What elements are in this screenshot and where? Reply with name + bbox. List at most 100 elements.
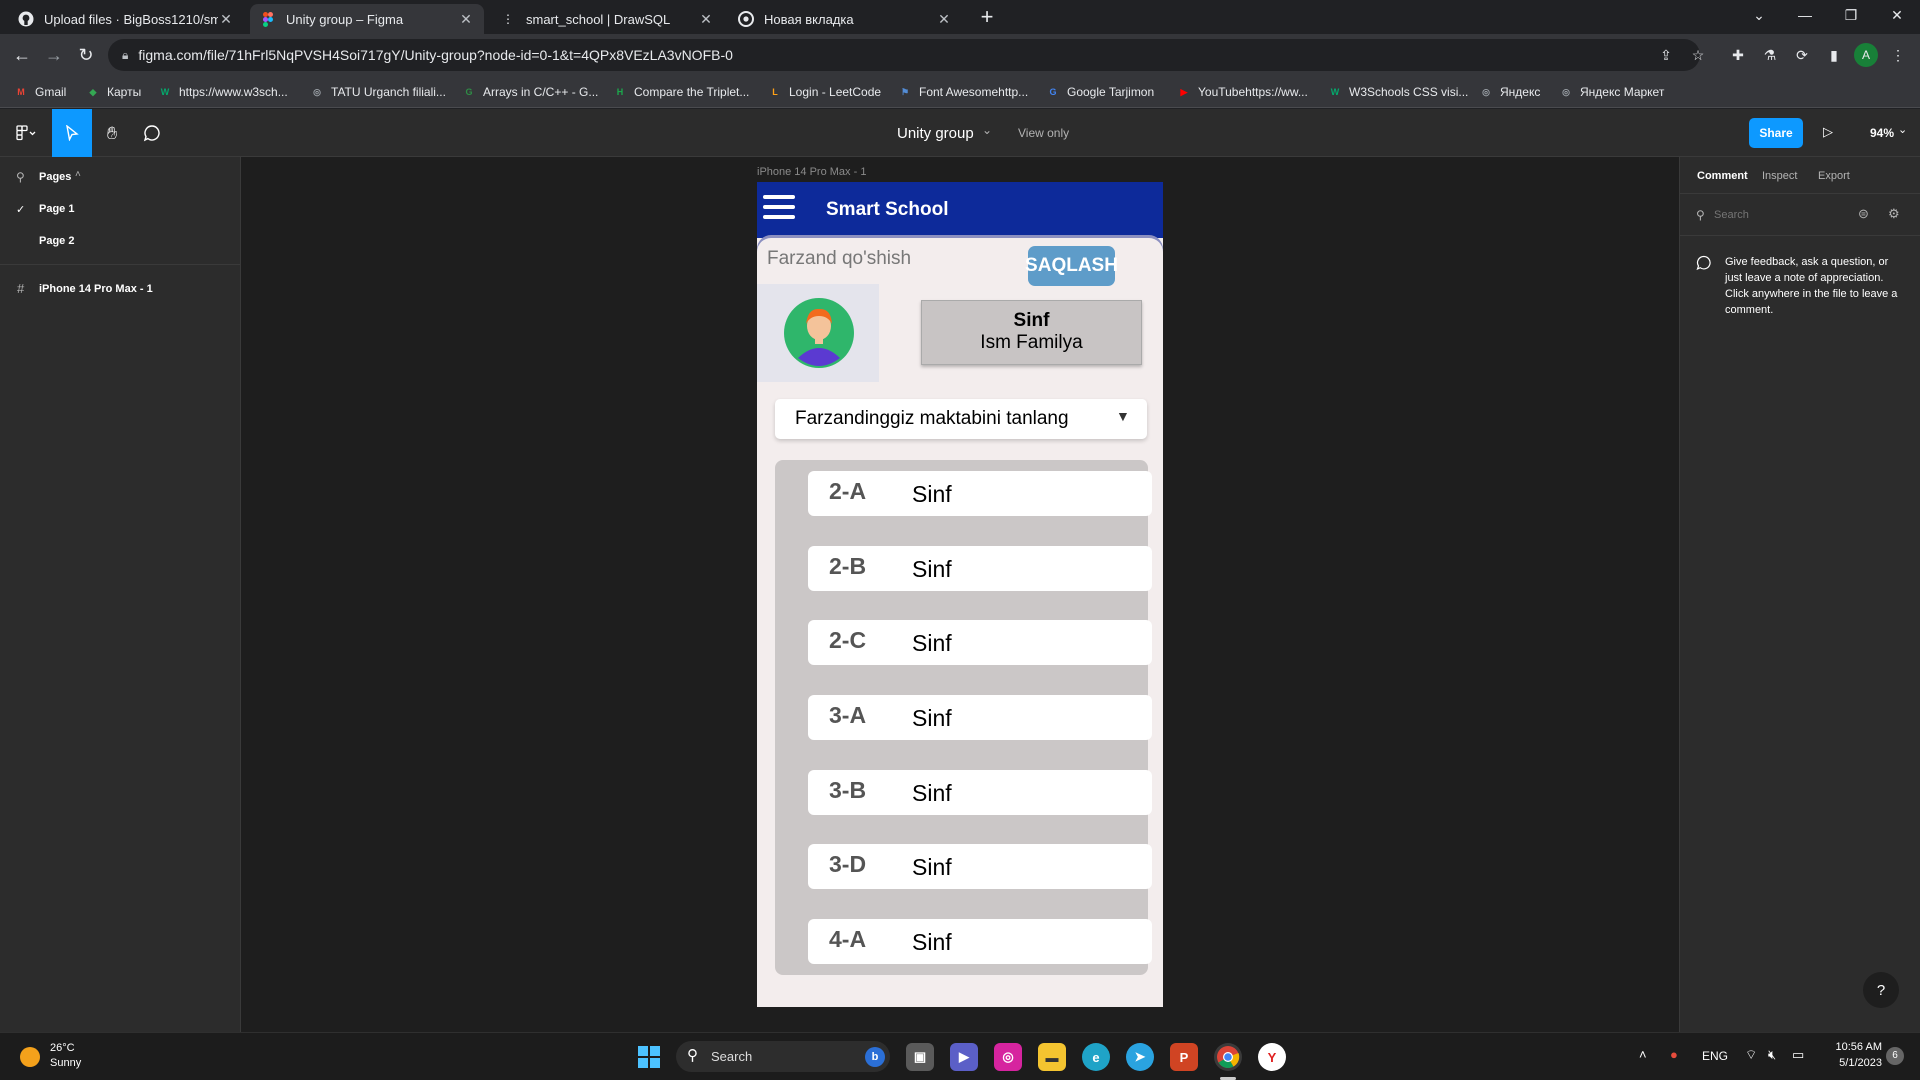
browser-tab-drawsql[interactable]: ⋮ smart_school | DrawSQL ✕ (490, 4, 724, 34)
extensions-icon[interactable]: ✚ (1726, 43, 1750, 67)
taskbar-search[interactable]: ⚲ Search b (676, 1041, 890, 1072)
zoom-level[interactable]: 94% (1870, 126, 1894, 140)
class-row-3a[interactable]: 3-A Sinf (808, 695, 1152, 740)
instagram-icon[interactable]: ◎ (994, 1043, 1022, 1071)
class-row-2b[interactable]: 2-B Sinf (808, 546, 1152, 591)
weather-temperature[interactable]: 26°C (50, 1042, 75, 1054)
menu-icon[interactable]: ⋮ (1886, 43, 1910, 67)
filter-icon[interactable]: ⊜ (1858, 206, 1869, 222)
chevron-down-icon[interactable]: ⌄ (1898, 123, 1907, 136)
bookmark-item[interactable]: W W3Schools CSS visi... (1328, 83, 1469, 101)
edge-icon[interactable]: e (1082, 1043, 1110, 1071)
volume-muted-icon[interactable]: 🔇︎ (1768, 1047, 1776, 1063)
page-item-2[interactable]: Page 2 (39, 235, 74, 247)
move-tool-icon[interactable] (52, 109, 92, 157)
browser-tab-github[interactable]: Upload files · BigBoss1210/smart ✕ (8, 4, 244, 34)
student-card[interactable]: Sinf Ism Familya (921, 300, 1142, 365)
bookmark-star-icon[interactable]: ☆ (1686, 43, 1710, 67)
search-icon[interactable]: ⚲ (16, 170, 25, 184)
bookmark-item[interactable]: M Gmail (14, 83, 66, 101)
help-button[interactable]: ? (1863, 972, 1899, 1008)
class-row-3b[interactable]: 3-B Sinf (808, 770, 1152, 815)
avatar[interactable] (784, 298, 854, 368)
telegram-icon[interactable]: ➤ (1126, 1043, 1154, 1071)
bookmark-item[interactable]: G Arrays in C/C++ - G... (462, 83, 598, 101)
bookmark-item[interactable]: G Google Tarjimon (1046, 83, 1154, 101)
settings-sliders-icon[interactable]: ⚙ (1888, 206, 1900, 222)
bookmark-item[interactable]: ◆ Карты (86, 83, 142, 101)
browser-tab-figma[interactable]: Unity group – Figma ✕ (250, 4, 484, 34)
frame-label[interactable]: iPhone 14 Pro Max - 1 (757, 166, 866, 178)
lab-icon[interactable]: ⚗ (1758, 43, 1782, 67)
tray-app-icon[interactable]: ● (1670, 1047, 1678, 1062)
bookmark-item[interactable]: ◎ Яндекс (1479, 83, 1540, 101)
save-button[interactable]: SAQLASH (1025, 246, 1118, 286)
iphone-frame[interactable]: Smart School Farzand qo'shish SAQLASH Si… (757, 182, 1163, 1007)
side-panel-icon[interactable]: ▮ (1822, 43, 1846, 67)
pages-heading[interactable]: Pages (39, 171, 71, 183)
task-view-icon[interactable]: ▣ (906, 1043, 934, 1071)
powerpoint-icon[interactable]: P (1170, 1043, 1198, 1071)
tab-export[interactable]: Export (1818, 170, 1850, 182)
bookmark-item[interactable]: Whttps://www.w3sch... (158, 83, 288, 101)
class-row-2a[interactable]: 2-A Sinf (808, 471, 1152, 516)
yandex-browser-icon[interactable]: Y (1258, 1043, 1286, 1071)
battery-icon[interactable]: ▭ (1792, 1047, 1804, 1063)
new-tab-button[interactable]: + (972, 2, 1002, 32)
chevron-down-icon[interactable]: ⌄ (982, 123, 992, 137)
teams-chat-icon[interactable]: ▶ (950, 1043, 978, 1071)
school-select[interactable]: Farzandinggiz maktabini tanlang ▼ (775, 399, 1147, 439)
close-icon[interactable]: ✕ (698, 11, 714, 28)
chrome-icon[interactable] (1214, 1043, 1242, 1071)
figma-menu-icon[interactable] (4, 109, 48, 157)
wifi-icon[interactable]: ⌔ (1745, 1047, 1757, 1063)
bookmark-item[interactable]: H Compare the Triplet... (613, 83, 750, 101)
tab-comment[interactable]: Comment (1697, 170, 1748, 182)
page-item-1[interactable]: Page 1 (39, 203, 74, 215)
sync-icon[interactable]: ⟳ (1790, 43, 1814, 67)
class-row-3d[interactable]: 3-D Sinf (808, 844, 1152, 889)
minimize-icon[interactable]: — (1782, 0, 1828, 30)
present-icon[interactable]: ▷ (1823, 124, 1833, 140)
close-icon[interactable]: ✕ (458, 11, 474, 28)
bookmark-label: Карты (107, 85, 142, 99)
bookmark-item[interactable]: ▶ YouTubehttps://ww... (1177, 83, 1308, 101)
close-icon[interactable]: ✕ (218, 11, 234, 28)
share-page-icon[interactable]: ⇪ (1654, 43, 1678, 67)
class-row-4a[interactable]: 4-A Sinf (808, 919, 1152, 964)
bookmark-item[interactable]: ◎ Яндекс Маркет (1559, 83, 1664, 101)
forward-icon[interactable]: → (40, 41, 68, 69)
dropdown-arrow-icon[interactable]: ▼ (1116, 408, 1130, 424)
comment-tool-icon[interactable] (132, 109, 172, 157)
windows-start-icon[interactable] (638, 1046, 660, 1073)
window-close-icon[interactable]: ✕ (1874, 0, 1920, 30)
language-indicator[interactable]: ENG (1702, 1049, 1728, 1063)
comment-search-input[interactable] (1714, 204, 1844, 226)
bing-icon[interactable]: b (865, 1047, 885, 1067)
bookmark-item[interactable]: ⚑ Font Awesomehttp... (898, 83, 1028, 101)
clock-date[interactable]: 5/1/2023 (1820, 1057, 1882, 1069)
chevron-up-icon[interactable]: ˄ (75, 169, 81, 180)
share-button[interactable]: Share (1749, 118, 1803, 148)
layer-item-frame[interactable]: iPhone 14 Pro Max - 1 (39, 283, 153, 295)
profile-avatar[interactable]: A (1854, 43, 1878, 67)
file-name[interactable]: Unity group (897, 125, 974, 142)
weather-sun-icon[interactable] (20, 1047, 40, 1067)
tab-search-icon[interactable]: ⌄ (1736, 0, 1782, 30)
bookmark-item[interactable]: L Login - LeetCode (768, 83, 881, 101)
reload-icon[interactable]: ↻ (72, 41, 100, 69)
bookmark-item[interactable]: ◎ TATU Urganch filiali... (310, 83, 446, 101)
close-icon[interactable]: ✕ (936, 11, 952, 28)
browser-tab-newtab[interactable]: Новая вкладка ✕ (728, 4, 962, 34)
hand-tool-icon[interactable]: ✋︎ (92, 109, 132, 157)
restore-icon[interactable]: ❐ (1828, 0, 1874, 30)
chevron-up-icon[interactable]: ˄ (1639, 1047, 1647, 1062)
clock-time[interactable]: 10:56 AM (1820, 1041, 1882, 1053)
hamburger-menu-icon[interactable] (757, 182, 801, 238)
notification-badge[interactable]: 6 (1886, 1047, 1904, 1065)
back-icon[interactable]: ← (8, 41, 36, 69)
address-bar[interactable]: 🔒︎ figma.com/file/71hFrl5NqPVSH4Soi717gY… (108, 39, 1700, 71)
file-explorer-icon[interactable]: ▬ (1038, 1043, 1066, 1071)
class-row-2c[interactable]: 2-C Sinf (808, 620, 1152, 665)
tab-inspect[interactable]: Inspect (1762, 170, 1797, 182)
